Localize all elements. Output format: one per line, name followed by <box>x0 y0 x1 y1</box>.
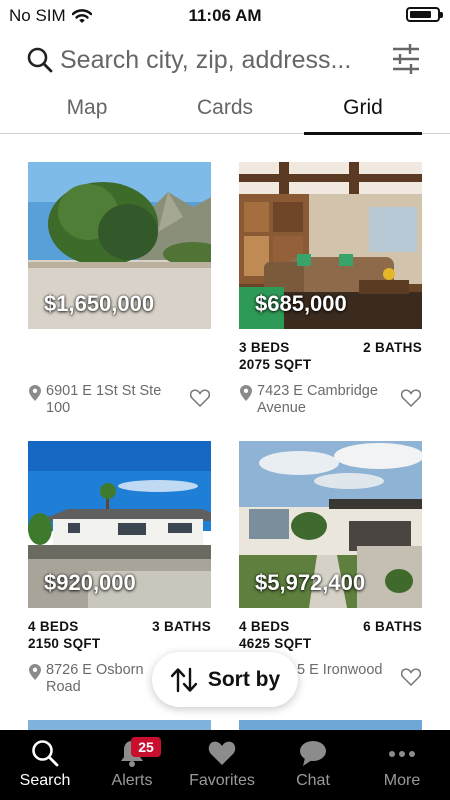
listing-photo[interactable]: $920,000 <box>28 441 211 608</box>
view-tabs: Map Cards Grid <box>0 92 450 135</box>
search-icon <box>27 47 53 73</box>
battery-fill <box>410 11 431 18</box>
bottom-tab-label: Favorites <box>189 772 255 789</box>
sort-label: Sort by <box>207 667 281 691</box>
baths-count: 2 BATHS <box>363 340 422 355</box>
bottom-tab-favorites[interactable]: Favorites <box>177 730 267 800</box>
listing-price: $1,650,000 <box>44 291 155 316</box>
active-tab-indicator <box>304 132 422 135</box>
favorite-heart-icon[interactable] <box>401 389 421 407</box>
listing-address: 7423 E Cambridge Avenue <box>257 383 378 416</box>
search-bar <box>0 40 450 84</box>
sort-arrows-icon <box>170 667 198 692</box>
tab-cards[interactable]: Cards <box>166 96 284 134</box>
sqft-value: 2075 SQFT <box>239 357 312 372</box>
listing-photo[interactable]: $5,972,400 <box>239 441 422 608</box>
listing-photo[interactable]: $1,650,000 <box>28 162 211 329</box>
filter-sliders-icon[interactable] <box>392 43 420 75</box>
alerts-count-badge: 25 <box>131 737 161 757</box>
baths-count: 3 BATHS <box>152 619 211 634</box>
listing-price: $5,972,400 <box>255 570 366 595</box>
listing-specs: 4 BEDS 2150 SQFT 3 BATHS <box>28 619 211 655</box>
location-pin-icon <box>240 385 252 401</box>
listing-specs <box>28 340 211 376</box>
tab-label: Map <box>66 96 108 119</box>
search-icon <box>32 740 59 767</box>
baths-count: 6 BATHS <box>363 619 422 634</box>
listing-card[interactable]: $685,000 3 BEDS 2075 SQFT 2 BATHS 7423 E… <box>239 162 422 423</box>
bottom-tab-label: More <box>383 772 421 789</box>
tab-grid[interactable]: Grid <box>304 96 422 135</box>
bottom-tab-bar: Search 25 Alerts Favorites Chat More <box>0 730 450 800</box>
wifi-icon <box>71 8 92 23</box>
bottom-tab-alerts[interactable]: 25 Alerts <box>87 730 177 800</box>
chat-bubble-icon <box>300 741 326 766</box>
sqft-value: 4625 SQFT <box>239 636 312 651</box>
more-dots-icon <box>389 751 415 757</box>
listing-photo[interactable]: $685,000 <box>239 162 422 329</box>
beds-count: 4 BEDS <box>28 619 79 634</box>
beds-count: 4 BEDS <box>239 619 290 634</box>
heart-icon <box>208 741 236 765</box>
location-pin-icon <box>29 664 41 680</box>
favorite-heart-icon[interactable] <box>401 668 421 686</box>
tab-label: Cards <box>196 96 254 119</box>
listing-specs: 4 BEDS 4625 SQFT 6 BATHS <box>239 619 422 655</box>
tab-label: Grid <box>343 96 383 119</box>
sqft-value: 2150 SQFT <box>28 636 101 651</box>
listing-address: 6901 E 1St St Ste 100 <box>46 383 162 416</box>
battery-icon <box>406 7 443 22</box>
listing-price: $685,000 <box>255 291 347 316</box>
bottom-tab-label: Alerts <box>111 772 153 789</box>
carrier-label: No SIM <box>9 6 66 25</box>
sort-button[interactable]: Sort by <box>152 652 298 707</box>
favorite-heart-icon[interactable] <box>190 389 210 407</box>
status-bar: No SIM 11:06 AM <box>0 0 450 32</box>
beds-count: 3 BEDS <box>239 340 290 355</box>
carrier-group: No SIM <box>9 6 92 26</box>
listing-specs: 3 BEDS 2075 SQFT 2 BATHS <box>239 340 422 376</box>
bottom-tab-chat[interactable]: Chat <box>268 730 358 800</box>
location-pin-icon <box>29 385 41 401</box>
bottom-tab-search[interactable]: Search <box>0 730 90 800</box>
listing-card[interactable]: $1,650,000 6901 E 1St St Ste 100 <box>28 162 211 423</box>
search-input[interactable] <box>60 40 380 80</box>
bottom-tab-more[interactable]: More <box>357 730 447 800</box>
bottom-tab-label: Search <box>19 772 71 789</box>
bottom-tab-label: Chat <box>296 772 330 789</box>
tab-map[interactable]: Map <box>28 96 146 134</box>
listing-price: $920,000 <box>44 570 136 595</box>
listing-address-row: 6901 E 1St St Ste 100 <box>28 383 211 423</box>
listing-address-row: 7423 E Cambridge Avenue <box>239 383 422 423</box>
